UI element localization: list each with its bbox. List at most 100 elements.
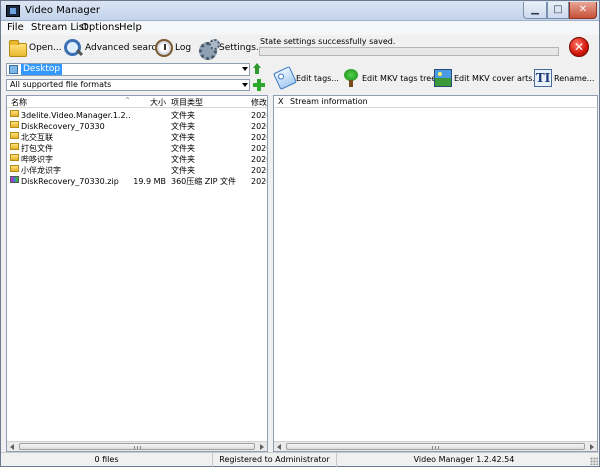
column-header-x[interactable]: X [278,97,283,106]
scroll-left-icon[interactable] [277,444,281,450]
text-rename-icon: TI [534,69,552,87]
file-name: 3delite.Video.Manager.1.2.... [21,111,131,120]
file-count: 0 files [1,453,213,467]
tag-toolbar: Edit tags... Edit MKV tags tree... Edit … [272,63,599,93]
file-row[interactable]: DiskRecovery_70330.zip 19.9 MB 360压缩 ZIP 文… [7,176,267,187]
menu-options[interactable]: Options [81,22,120,33]
search-icon [63,38,83,58]
scroll-right-icon[interactable] [260,444,264,450]
file-modified: 2020 [251,111,267,120]
menu-stream-list[interactable]: Stream List [31,22,88,33]
up-arrow-icon[interactable] [253,63,265,75]
chevron-down-icon[interactable] [242,67,248,71]
gear-icon [197,38,220,60]
edit-tags-button[interactable]: Edit tags... [273,66,339,90]
file-name: DiskRecovery_70330 [21,122,105,131]
scroll-left-icon[interactable] [10,444,14,450]
edit-mkv-cover-arts-button[interactable]: Edit MKV cover arts... [434,66,540,90]
format-filter-combo[interactable]: All supported file formats [6,79,250,91]
open-folder-icon [9,40,27,57]
zip-archive-icon [10,176,19,183]
file-modified: 2020 [251,155,267,164]
desktop-icon [9,65,18,74]
folder-icon [10,154,19,161]
file-name: 北交互联 [21,133,53,142]
resize-grip-icon[interactable] [590,457,598,465]
chevron-down-icon[interactable] [242,83,248,87]
stop-button[interactable]: ✕ [569,37,589,57]
close-button[interactable]: ✕ [569,2,597,19]
progress-bar [259,47,559,56]
file-name: DiskRecovery_70330.zip [21,177,119,186]
file-type: 文件夹 [171,122,195,131]
column-header-name[interactable]: 名称 [11,97,27,108]
file-row[interactable]: DiskRecovery_70330 文件夹 2020 [7,121,267,132]
file-type: 文件夹 [171,111,195,120]
main-toolbar: Open... Advanced search... Log Settings.… [1,35,265,61]
tag-icon [273,66,297,90]
settings-button[interactable]: Settings... [197,37,265,60]
horizontal-scrollbar[interactable] [274,441,597,451]
rename-button[interactable]: TI Rename... [534,66,594,90]
file-modified: 2020 [251,122,267,131]
scrollbar-thumb[interactable] [286,443,585,450]
path-combo[interactable]: Desktop [6,63,250,76]
stream-list-header: X Stream information [274,96,599,108]
maximize-button[interactable]: □ [547,2,569,19]
window-title: Video Manager [25,5,101,16]
file-modified: 2020 [251,177,267,186]
file-type: 文件夹 [171,133,195,142]
stream-list[interactable]: X Stream information [273,95,599,452]
column-header-type[interactable]: 项目类型 [171,97,203,108]
version-info: Video Manager 1.2.42.54 [413,455,515,464]
file-row[interactable]: 3delite.Video.Manager.1.2.... 文件夹 2020 [7,110,267,121]
tree-icon [342,69,360,87]
edit-tags-label: Edit tags... [296,73,339,83]
file-row[interactable]: 哔哆识字 文件夹 2020 [7,154,267,165]
column-header-stream-information[interactable]: Stream information [290,97,368,106]
file-list-header: 名称 ^ 大小 项目类型 修改 [7,96,267,108]
file-type: 文件夹 [171,155,195,164]
scroll-right-icon[interactable] [590,444,594,450]
title-bar[interactable]: Video Manager ▁ □ ✕ [1,1,599,21]
file-name: 打包文件 [21,144,53,153]
path-value: Desktop [21,64,63,75]
minimize-button[interactable]: ▁ [523,2,547,19]
file-row[interactable]: 北交互联 文件夹 2020 [7,132,267,143]
column-header-size[interactable]: 大小 [150,97,166,108]
menu-help[interactable]: Help [119,22,142,33]
status-area: State settings successfully saved. ✕ [257,35,597,61]
file-name: 哔哆识字 [21,155,53,164]
open-button[interactable]: Open... [9,37,62,59]
add-icon[interactable] [253,79,265,91]
folder-icon [10,165,19,172]
log-button[interactable]: Log [155,37,191,59]
file-list[interactable]: 名称 ^ 大小 项目类型 修改 3delite.Video.Manager.1.… [6,95,268,452]
clock-icon [155,39,173,57]
menu-file[interactable]: File [7,22,24,33]
file-modified: 2020 [251,144,267,153]
open-button-label: Open... [29,43,62,53]
film-icon [6,5,20,17]
log-label: Log [175,43,192,53]
status-message: State settings successfully saved. [260,37,396,46]
folder-icon [10,110,19,117]
scrollbar-thumb[interactable] [19,443,255,450]
registration-info: Registered to Administrator [213,453,337,467]
folder-icon [10,143,19,150]
edit-mkv-tags-tree-button[interactable]: Edit MKV tags tree... [342,66,444,90]
format-filter-value: All supported file formats [10,80,112,89]
file-type: 360压缩 ZIP 文件 [171,177,237,186]
horizontal-scrollbar[interactable] [7,441,267,451]
folder-icon [10,121,19,128]
column-header-modified[interactable]: 修改 [251,97,267,108]
menu-bar: File Stream List Options Help [1,21,599,35]
edit-mkv-tags-tree-label: Edit MKV tags tree... [362,73,444,83]
file-browser-panel: Desktop All supported file formats 名称 ^ … [1,61,268,452]
stream-panel: Edit tags... Edit MKV tags tree... Edit … [272,61,599,452]
edit-mkv-cover-arts-label: Edit MKV cover arts... [454,73,541,83]
sort-arrow-icon: ^ [125,97,131,104]
file-size: 19.9 MB [133,177,166,186]
file-row[interactable]: 打包文件 文件夹 2020 [7,143,267,154]
file-row[interactable]: 小伴龙识字 文件夹 2020 [7,165,267,176]
